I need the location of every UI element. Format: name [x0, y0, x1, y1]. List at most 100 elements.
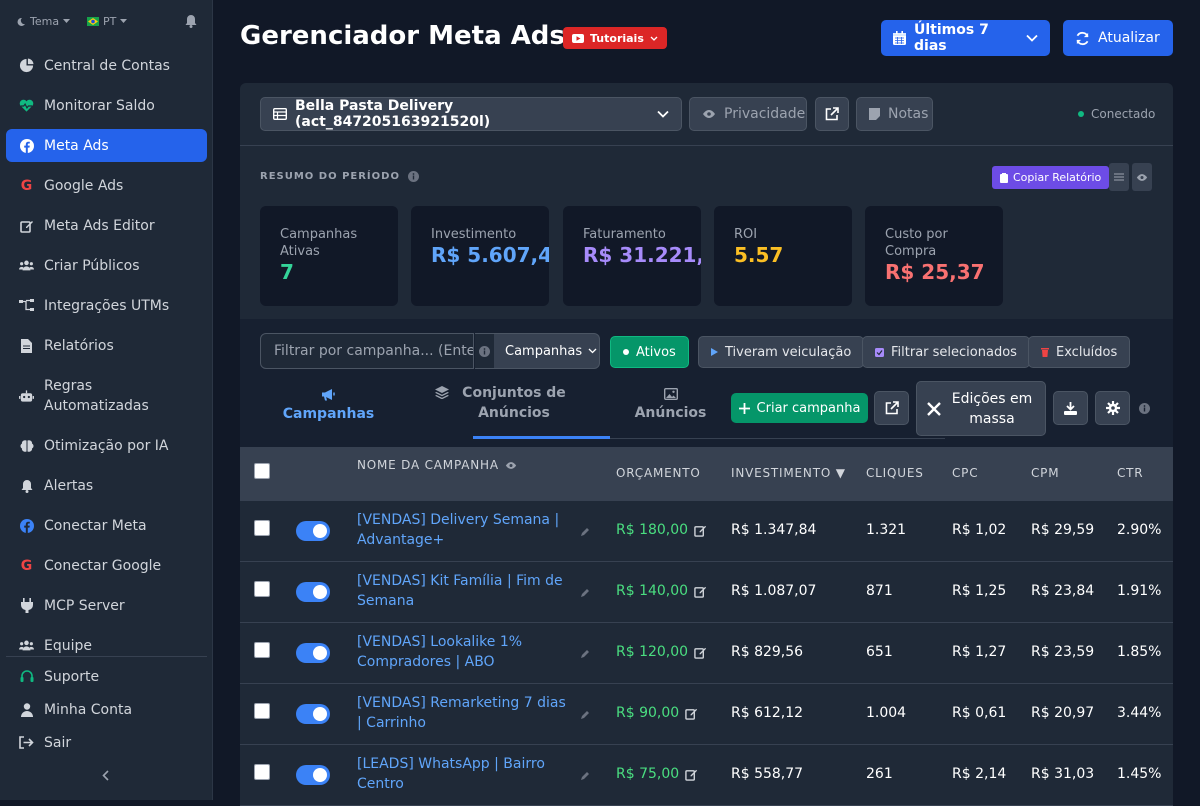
table-row: [VENDAS] Lookalike 1% Compradores | ABO …: [240, 623, 1173, 684]
pencil-icon[interactable]: [580, 588, 590, 598]
col-header-clicks[interactable]: CLIQUES: [866, 466, 924, 480]
download-button[interactable]: [1053, 391, 1088, 425]
filter-selected-chip[interactable]: Filtrar selecionados: [862, 336, 1030, 368]
sidebar-item-conectar-meta[interactable]: Conectar Meta: [6, 509, 207, 542]
sidebar-item-mcp-server[interactable]: MCP Server: [6, 589, 207, 622]
sidebar-item-sair[interactable]: Sair: [6, 726, 207, 759]
campaign-name-link[interactable]: [VENDAS] Lookalike 1% Compradores | ABO: [357, 632, 572, 672]
tab-campanhas[interactable]: Campanhas: [260, 383, 397, 439]
col-header-label: NOME DA CAMPANHA: [357, 458, 499, 472]
campaign-name-link[interactable]: [VENDAS] Kit Família | Fim de Semana: [357, 571, 572, 611]
col-header-name[interactable]: NOME DA CAMPANHA: [357, 458, 517, 472]
campaign-toggle[interactable]: [296, 521, 330, 541]
campaign-name-link[interactable]: [VENDAS] Remarketing 7 dias | Carrinho: [357, 693, 572, 733]
sidebar-item-google-ads[interactable]: G Google Ads: [6, 169, 207, 202]
row-checkbox[interactable]: [254, 764, 270, 780]
col-header-cpm[interactable]: CPM: [1031, 466, 1059, 480]
edit-icon[interactable]: [694, 585, 707, 598]
edit-icon[interactable]: [694, 646, 707, 659]
cpm-cell: R$ 23,84: [1031, 583, 1095, 599]
pencil-icon[interactable]: [580, 649, 590, 659]
filter-selected-label: Filtrar selecionados: [891, 344, 1017, 360]
bulk-edit-button[interactable]: Edições em massa: [916, 381, 1046, 436]
spend-cell: R$ 1.347,84: [731, 522, 817, 538]
table-row: [VENDAS] Delivery Semana | Advantage+ R$…: [240, 501, 1173, 562]
refresh-button[interactable]: Atualizar: [1063, 20, 1173, 56]
open-external-button[interactable]: [815, 97, 849, 131]
filter-active-chip[interactable]: Ativos: [610, 336, 689, 368]
language-select[interactable]: PT: [87, 15, 128, 28]
sidebar-item-label: Otimização por IA: [44, 437, 169, 454]
heart-pulse-icon: [19, 98, 34, 113]
campaign-filter-input[interactable]: Filtrar por campanha... (Ente: [260, 333, 474, 369]
edit-icon[interactable]: [694, 524, 707, 537]
sidebar-item-equipe[interactable]: Equipe: [6, 629, 207, 662]
settings-button[interactable]: [1095, 391, 1130, 425]
row-checkbox[interactable]: [254, 642, 270, 658]
cpc-cell: R$ 2,14: [952, 766, 1007, 782]
edit-icon[interactable]: [685, 707, 698, 720]
sidebar-item-minha-conta[interactable]: Minha Conta: [6, 693, 207, 726]
sidebar-item-alertas[interactable]: Alertas: [6, 469, 207, 502]
sidebar-item-regras-automatizadas[interactable]: Regras Automatizadas: [6, 376, 207, 416]
tutorials-label: Tutoriais: [590, 31, 644, 45]
select-all-checkbox[interactable]: [254, 463, 270, 479]
stat-card-investimento: Investimento R$ 5.607,45: [411, 206, 549, 306]
pencil-icon[interactable]: [580, 710, 590, 720]
row-checkbox[interactable]: [254, 520, 270, 536]
budget-value: R$ 140,00: [616, 583, 689, 599]
col-header-ctr[interactable]: CTR: [1117, 466, 1143, 480]
privacy-button[interactable]: Privacidade: [689, 97, 807, 131]
bell-icon: [19, 478, 34, 493]
cpc-cell: R$ 1,27: [952, 644, 1007, 660]
sidebar-item-criar-publicos[interactable]: Criar Públicos: [6, 249, 207, 282]
stat-value: R$ 31.221,2: [583, 243, 701, 267]
notes-button[interactable]: Notas: [856, 97, 933, 131]
sidebar-item-integracoes-utms[interactable]: Integrações UTMs: [6, 289, 207, 322]
copy-report-button[interactable]: Copiar Relatório: [992, 166, 1110, 189]
campaign-toggle[interactable]: [296, 643, 330, 663]
eye-icon[interactable]: [505, 461, 517, 470]
pencil-icon[interactable]: [580, 527, 590, 537]
sidebar-item-monitorar-saldo[interactable]: Monitorar Saldo: [6, 89, 207, 122]
col-header-cpc[interactable]: CPC: [952, 466, 978, 480]
cpm-cell: R$ 29,59: [1031, 522, 1095, 538]
sidebar-item-conectar-google[interactable]: G Conectar Google: [6, 549, 207, 582]
sidebar-item-meta-ads-editor[interactable]: Meta Ads Editor: [6, 209, 207, 242]
edit-icon[interactable]: [685, 768, 698, 781]
summary-options-button[interactable]: [1109, 163, 1129, 191]
filter-delivered-chip[interactable]: Tiveram veiculação: [698, 336, 865, 368]
tab-conjuntos[interactable]: Conjuntos de Anúncios: [435, 383, 571, 439]
campaign-name-link[interactable]: [LEADS] WhatsApp | Bairro Centro: [357, 754, 572, 794]
summary-visibility-button[interactable]: [1132, 163, 1152, 191]
edit-icon: [19, 218, 34, 233]
col-header-spend[interactable]: INVESTIMENTO ▼: [731, 466, 846, 480]
bell-icon[interactable]: [185, 14, 197, 28]
trash-icon: [1041, 347, 1049, 357]
pencil-icon[interactable]: [580, 771, 590, 781]
sidebar-item-otimizacao-por-ia[interactable]: Otimização por IA: [6, 429, 207, 462]
col-header-budget[interactable]: ORÇAMENTO: [616, 466, 701, 480]
theme-toggle[interactable]: Tema: [16, 15, 71, 28]
row-checkbox[interactable]: [254, 703, 270, 719]
create-campaign-button[interactable]: Criar campanha: [731, 393, 868, 423]
collapse-chevron-icon[interactable]: [102, 770, 109, 781]
campaign-toggle[interactable]: [296, 704, 330, 724]
filter-scope-select[interactable]: Campanhas: [494, 333, 600, 369]
campaign-name-link[interactable]: [VENDAS] Delivery Semana | Advantage+: [357, 510, 572, 550]
campaign-toggle[interactable]: [296, 582, 330, 602]
tab-anuncios[interactable]: Anúncios: [623, 383, 718, 439]
account-select[interactable]: Bella Pasta Delivery (act_84720516392152…: [260, 97, 682, 131]
row-checkbox[interactable]: [254, 581, 270, 597]
sidebar-item-central-de-contas[interactable]: Central de Contas: [6, 49, 207, 82]
budget-cell: R$ 75,00: [616, 766, 698, 782]
sidebar-item-meta-ads[interactable]: Meta Ads: [6, 129, 207, 162]
sidebar-item-relatorios[interactable]: Relatórios: [6, 329, 207, 362]
period-select[interactable]: Últimos 7 dias: [881, 20, 1050, 56]
sidebar-item-suporte[interactable]: Suporte: [6, 660, 207, 693]
filter-deleted-chip[interactable]: Excluídos: [1028, 336, 1131, 368]
tutorials-button[interactable]: Tutoriais: [563, 27, 667, 49]
open-external-button[interactable]: [874, 391, 909, 425]
campaign-toggle[interactable]: [296, 765, 330, 785]
ctr-cell: 1.85%: [1117, 644, 1162, 660]
